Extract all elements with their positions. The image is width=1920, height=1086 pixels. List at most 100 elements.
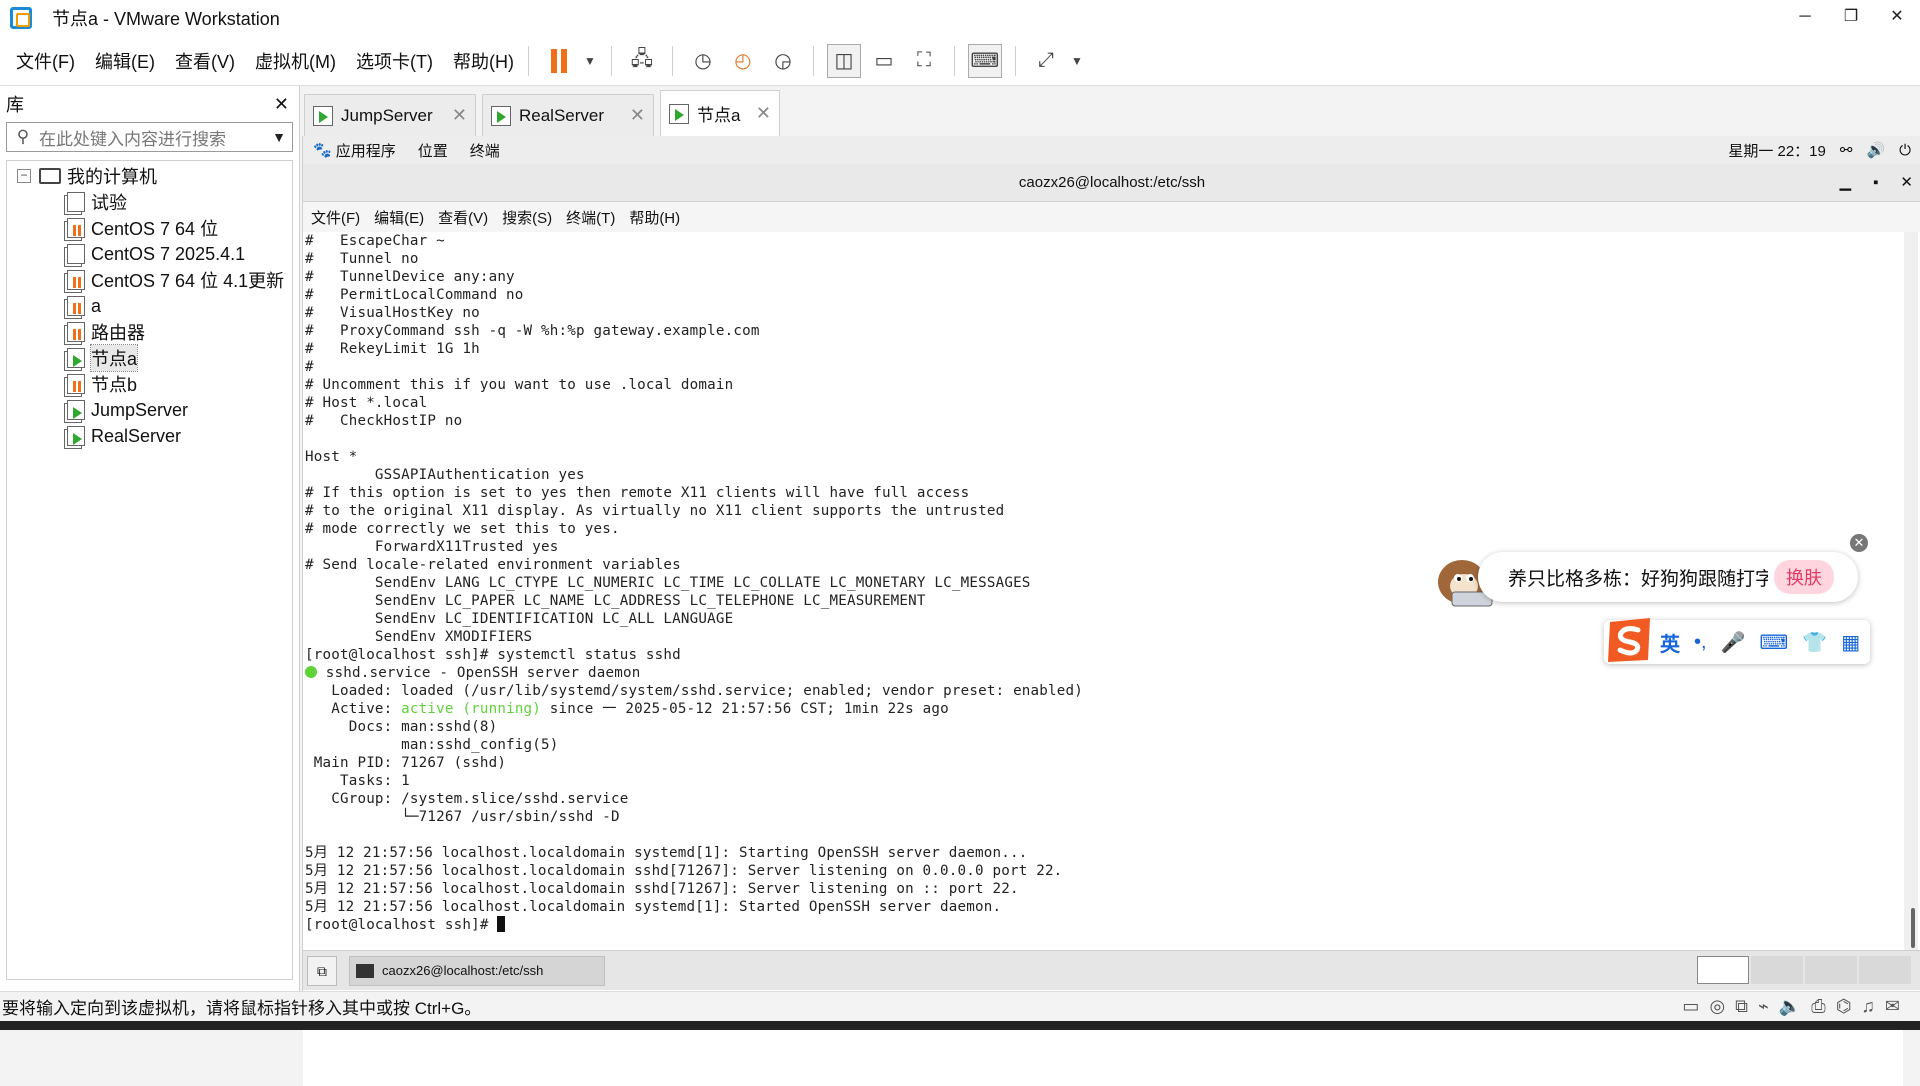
gnome-places-menu[interactable]: 位置 [418,140,448,161]
maximize-button[interactable]: ❐ [1828,0,1874,36]
gnome-apps-menu[interactable]: 应用程序 [336,140,396,161]
computer-icon [39,168,61,184]
ime-mic-icon[interactable]: 🎤 [1721,630,1746,655]
terminal-menu-edit[interactable]: 编辑(E) [374,207,424,228]
terminal-lines-top: # EscapeChar ~ # Tunnel no # TunnelDevic… [305,233,1031,663]
search-dropdown-icon[interactable]: ▼ [266,129,292,145]
bluetooth-icon[interactable]: ⌬ [1836,996,1852,1017]
tree-item-router[interactable]: 路由器 [7,319,292,345]
usb-icon[interactable]: ⌁ [1758,996,1769,1017]
pause-vm-button[interactable] [542,44,576,78]
close-button[interactable]: ✕ [1874,0,1920,36]
tab-close-icon[interactable]: ✕ [630,105,645,126]
power-dropdown-icon[interactable]: ▼ [582,44,598,78]
terminal-title: caozx26@localhost:/etc/ssh [1018,174,1206,191]
snapshot-manager-icon[interactable]: ◶ [766,44,800,78]
tab-realserver[interactable]: RealServer ✕ [482,94,654,136]
workspace-4[interactable] [1859,956,1911,984]
tree-root[interactable]: − 我的计算机 [7,163,292,189]
ime-skin-icon[interactable]: 👕 [1802,630,1827,655]
ime-tip-close-icon[interactable]: ✕ [1850,534,1868,552]
library-search[interactable]: ⚲ 在此处键入内容进行搜索 ▼ [6,122,293,152]
tree-item-jumpserver[interactable]: JumpServer [7,397,292,423]
gnome-terminal-menu[interactable]: 终端 [470,140,500,161]
power-icon[interactable]: ⏻ [1899,142,1911,159]
send-ctrl-alt-del-icon[interactable]: 🖧 [625,44,659,78]
sound-card-icon[interactable]: ♫ [1861,996,1875,1017]
tree-item-node-a[interactable]: 节点a [7,344,292,372]
tree-item-node-b[interactable]: 节点b [7,371,292,397]
show-library-icon[interactable]: ◫ [826,43,861,78]
fullscreen-icon[interactable]: ⛶ [907,44,941,78]
show-desktop-icon[interactable]: ⧉ [307,955,337,986]
terminal-menu-terminal[interactable]: 终端(T) [566,207,615,228]
ime-tip-bubble[interactable]: 养只比格多栋：好狗狗跟随打字 换肤 [1478,552,1858,602]
tab-jumpserver[interactable]: JumpServer ✕ [304,94,476,136]
window-title: 节点a - VMware Workstation [52,9,280,29]
console-view-icon[interactable]: ⌨ [967,43,1002,78]
network-adapter-icon[interactable]: ⧉ [1735,996,1748,1017]
ime-skin-button[interactable]: 换肤 [1774,560,1834,594]
stretch-icon[interactable]: ⤢ [1029,44,1063,78]
library-close-icon[interactable]: ✕ [274,94,289,115]
terminal-menu-search[interactable]: 搜索(S) [502,207,552,228]
ime-language-toggle[interactable]: 英 [1660,628,1680,657]
revert-snapshot-icon[interactable]: ◴ [726,44,760,78]
collapse-icon[interactable]: − [17,169,31,183]
menu-view[interactable]: 查看(V) [175,48,235,74]
tab-node-a[interactable]: 节点a ✕ [660,90,780,136]
terminal-prompt: [root@localhost ssh]# [305,917,498,933]
network-icon[interactable]: ⚯ [1840,141,1853,159]
tree-item-shiyan[interactable]: 试验 [7,189,292,215]
message-icon[interactable]: ✉ [1885,996,1900,1017]
text-cursor [497,916,506,932]
menu-file[interactable]: 文件(F) [16,48,75,74]
ime-grid-icon[interactable]: ▦ [1841,630,1860,655]
minimize-button[interactable]: ─ [1782,0,1828,36]
hdd-icon[interactable]: ▭ [1682,996,1699,1017]
vm-icon [67,192,85,212]
window-titlebar: 节点a - VMware Workstation ─ ❐ ✕ [0,0,1920,36]
tree-item-a[interactable]: a [7,293,292,319]
terminal-scrollbar[interactable] [1904,232,1918,952]
sogou-logo-icon [1608,618,1650,662]
cdrom-icon[interactable]: ◎ [1709,996,1725,1017]
search-input[interactable]: 在此处键入内容进行搜索 [39,125,226,150]
menu-vm[interactable]: 虚拟机(M) [255,48,336,74]
gnome-taskbar: ⧉ caozx26@localhost:/etc/ssh [303,950,1920,990]
workspace-1[interactable] [1697,956,1749,984]
ime-punct-icon[interactable]: •, [1694,631,1707,654]
vm-tree: − 我的计算机 试验 CentOS 7 64 位 CentOS 7 2025.4… [6,160,293,980]
terminal-maximize-button[interactable]: ▪ [1873,164,1878,202]
terminal-close-button[interactable]: ✕ [1900,164,1913,202]
menubar: 文件(F) 编辑(E) 查看(V) 虚拟机(M) 选项卡(T) 帮助(H) ▼ … [0,36,1920,86]
terminal-minimize-button[interactable]: ▁ [1840,164,1852,202]
menu-help[interactable]: 帮助(H) [453,48,514,74]
tree-item-centos7-64[interactable]: CentOS 7 64 位 [7,215,292,241]
taskbar-terminal-item[interactable]: caozx26@localhost:/etc/ssh [349,955,605,986]
gnome-clock[interactable]: 星期一 22：19 [1728,140,1826,161]
ime-keyboard-icon[interactable]: ⌨ [1759,630,1788,655]
stretch-dropdown-icon[interactable]: ▼ [1069,44,1085,78]
sound-icon[interactable]: 🔈 [1779,996,1801,1017]
vm-paused-icon [67,322,85,342]
menu-edit[interactable]: 编辑(E) [95,48,155,74]
printer-icon[interactable]: ⎙ [1811,996,1825,1017]
tree-item-centos7-2025[interactable]: CentOS 7 2025.4.1 [7,241,292,267]
tree-item-realserver[interactable]: RealServer [7,423,292,449]
snapshot-icon[interactable]: ◷ [686,44,720,78]
terminal-menu-file[interactable]: 文件(F) [311,207,360,228]
tab-close-icon[interactable]: ✕ [756,103,771,124]
status-dot-icon [305,666,317,678]
terminal-menu-help[interactable]: 帮助(H) [629,207,680,228]
menu-tabs[interactable]: 选项卡(T) [356,48,433,74]
tree-item-centos7-updated[interactable]: CentOS 7 64 位 4.1更新 [7,267,292,293]
vm-paused-icon [67,218,85,238]
volume-icon[interactable]: 🔊 [1866,141,1885,159]
workspace-2[interactable] [1751,956,1803,984]
vmware-logo-icon [10,7,32,29]
thumbnail-view-icon[interactable]: ▭ [867,44,901,78]
terminal-menu-view[interactable]: 查看(V) [438,207,488,228]
tab-close-icon[interactable]: ✕ [452,105,467,126]
workspace-3[interactable] [1805,956,1857,984]
